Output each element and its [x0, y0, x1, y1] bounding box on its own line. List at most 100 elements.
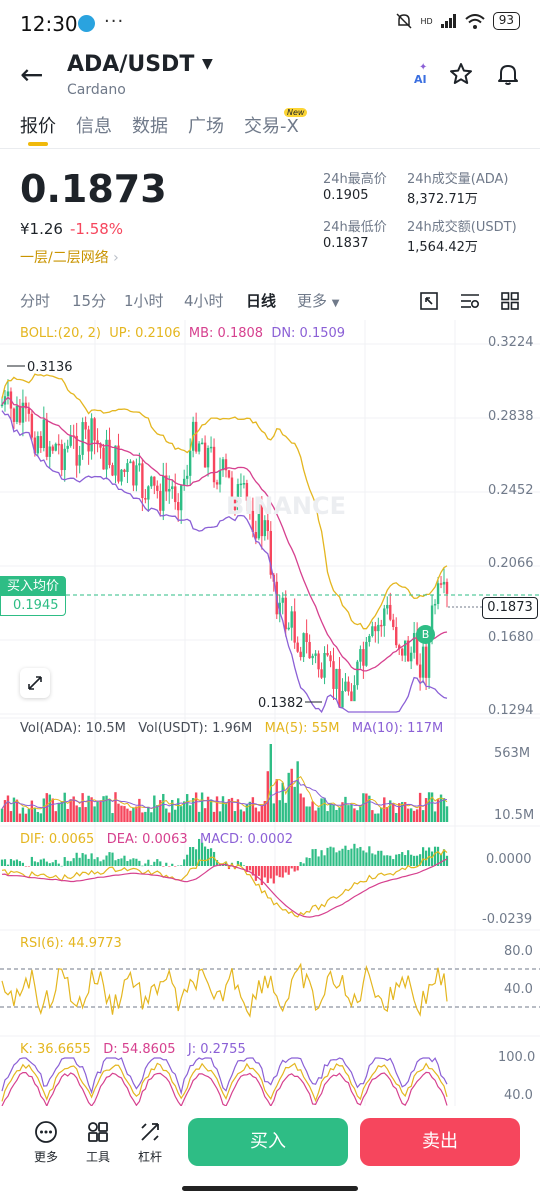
- new-badge: New: [284, 108, 308, 117]
- candle-body: [421, 646, 425, 678]
- pair-title[interactable]: ADA/USDT ▼: [67, 52, 213, 77]
- candle-body: [51, 446, 54, 451]
- candle-body: [418, 664, 422, 678]
- tools-label: 工具: [85, 1150, 110, 1164]
- macd-bar: [57, 863, 60, 866]
- interval-4h[interactable]: 4小时: [184, 290, 224, 311]
- boll-label: BOLL:(20, 2): [20, 326, 102, 341]
- tab-data[interactable]: 数据: [132, 112, 168, 138]
- interval-1h[interactable]: 1小时: [124, 290, 164, 311]
- tab-square[interactable]: 广场: [188, 112, 224, 138]
- candle-body: [138, 463, 141, 466]
- macd-axis-bottom: -0.0239: [482, 912, 533, 927]
- macd-bar: [242, 865, 246, 866]
- macd-bar: [401, 852, 404, 866]
- tab-info[interactable]: 信息: [76, 112, 112, 138]
- back-arrow-icon[interactable]: ←: [20, 61, 43, 89]
- volume-bar: [296, 761, 299, 822]
- volume-bar: [284, 802, 287, 822]
- candle-body: [123, 469, 126, 472]
- candle-body: [424, 646, 428, 678]
- candle-body: [42, 419, 46, 449]
- volume-ma10-line: [1, 779, 448, 809]
- macd-bar: [150, 865, 153, 866]
- network-link[interactable]: 一层/二层网络 ›: [20, 247, 119, 267]
- candle-body: [383, 608, 386, 626]
- fullscreen-icon[interactable]: [419, 291, 439, 311]
- watermark: BINANCE: [226, 492, 346, 520]
- candle-body: [129, 461, 132, 464]
- volume-bar: [141, 812, 144, 822]
- candle-body: [296, 642, 299, 652]
- buy-average-tag[interactable]: 买入均价 0.1945: [0, 576, 66, 616]
- volume-bar: [424, 798, 428, 822]
- caret-down-icon: ▼: [331, 298, 340, 309]
- candle-body: [81, 422, 84, 455]
- volume-bar: [406, 808, 410, 822]
- volume-bar: [108, 798, 111, 822]
- volume-bar: [162, 793, 165, 822]
- tools-button[interactable]: 工具: [78, 1120, 118, 1168]
- volume-bar: [194, 792, 198, 822]
- sell-button[interactable]: 卖出: [360, 1118, 520, 1166]
- volume-bar: [144, 811, 147, 822]
- macd-bar: [24, 866, 27, 867]
- boll-legend: BOLL:(20, 2) UP: 0.2106 MB: 0.1808 DN: 0…: [20, 326, 345, 341]
- macd-bar: [63, 857, 66, 866]
- interval-more[interactable]: 更多 ▼: [297, 290, 340, 311]
- kline-chart[interactable]: BINANCE 0.3136 0.1382: [0, 320, 540, 1106]
- ai-icon: AI: [414, 73, 427, 86]
- macd-bar: [353, 843, 356, 866]
- macd-bar: [93, 859, 96, 866]
- candle-body: [227, 470, 231, 478]
- candle-body: [206, 447, 210, 468]
- tab-quote[interactable]: 报价: [20, 112, 56, 138]
- macd-bar: [105, 855, 108, 866]
- volume-bar: [99, 801, 102, 822]
- macd-bar: [362, 850, 365, 866]
- volume-bar: [30, 800, 34, 822]
- low-marker: 0.1382: [258, 696, 304, 711]
- interval-timeline[interactable]: 分时: [20, 290, 50, 311]
- candle-body: [365, 641, 368, 666]
- kdj-d-label: D: 54.8605: [103, 1042, 176, 1057]
- candle-body: [371, 626, 374, 636]
- price-change: -1.58%: [70, 220, 124, 238]
- mute-icon: [396, 13, 412, 29]
- candle-body: [108, 439, 111, 466]
- volume-bar: [218, 811, 222, 822]
- volume-bar: [147, 806, 150, 822]
- buy-button[interactable]: 买入: [188, 1118, 348, 1166]
- expand-chart-button[interactable]: [20, 668, 50, 698]
- bell-icon[interactable]: [496, 62, 520, 86]
- candle-body: [209, 446, 213, 449]
- volume-bar: [63, 792, 66, 822]
- candle-body: [332, 661, 335, 689]
- volume-bar: [179, 806, 183, 822]
- more-button[interactable]: 更多: [26, 1120, 66, 1168]
- price-axis-label: 0.2066: [488, 556, 534, 571]
- candle-body: [102, 447, 105, 470]
- grid-layout-icon[interactable]: [500, 291, 520, 311]
- volume-bar: [9, 811, 13, 822]
- macd-bar: [102, 859, 105, 866]
- candle-body: [302, 633, 305, 658]
- volume-legend: Vol(ADA): 10.5M Vol(USDT): 1.96M MA(5): …: [20, 721, 443, 736]
- interval-1d[interactable]: 日线: [246, 290, 276, 311]
- macd-bar: [341, 848, 344, 866]
- leverage-button[interactable]: 杠杆: [130, 1120, 170, 1168]
- volume-bar: [254, 807, 258, 822]
- candle-body: [359, 649, 362, 662]
- interval-15m[interactable]: 15分: [72, 290, 106, 311]
- indicator-settings-icon[interactable]: [459, 291, 481, 311]
- ai-button[interactable]: ✦ AI: [410, 62, 434, 90]
- candle-body: [362, 649, 365, 666]
- macd-bar: [356, 848, 359, 866]
- star-icon[interactable]: [449, 62, 473, 86]
- volume-bar: [117, 803, 120, 822]
- candle-body: [12, 408, 16, 422]
- volume-bar: [209, 799, 213, 822]
- volume-bar: [24, 813, 28, 822]
- volume-bar: [6, 795, 10, 822]
- macd-bar: [350, 848, 353, 866]
